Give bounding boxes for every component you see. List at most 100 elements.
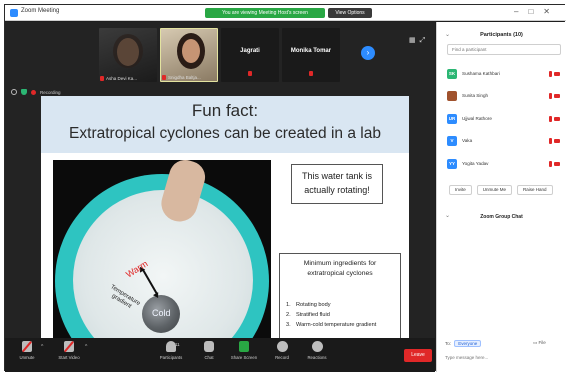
participants-button[interactable]: 11 Participants <box>151 341 191 360</box>
muted-mic-icon <box>309 71 313 76</box>
screen-share-banner: You are viewing Meeting Host's screen <box>205 8 325 18</box>
chat-bubble-icon <box>204 341 214 352</box>
participants-title: Participants (10) <box>480 32 523 38</box>
find-participant-input[interactable] <box>447 44 561 55</box>
title-bar: Zoom Meeting You are viewing Meeting Hos… <box>5 5 566 21</box>
list-number: 2. <box>286 312 291 318</box>
list-text: Warm-cold temperature gradient <box>296 322 377 328</box>
muted-mic-icon <box>100 76 104 81</box>
reactions-button[interactable]: Reactions <box>297 341 337 360</box>
participant-row[interactable]: YY Yogita Yadav <box>447 159 563 171</box>
muted-mic-icon <box>549 116 552 122</box>
camera-off-icon <box>554 117 560 121</box>
gallery-view-icon[interactable]: ▦ <box>409 37 420 44</box>
video-tile[interactable]: Asha Devi Ka... <box>99 28 157 82</box>
participant-name: Vaka <box>462 138 473 143</box>
chat-button[interactable]: Chat <box>189 341 229 360</box>
avatar: V <box>447 136 457 146</box>
window-title: Zoom Meeting <box>21 8 60 14</box>
participant-name: Monika Tomar <box>290 48 332 54</box>
muted-mic-icon <box>549 138 552 144</box>
note-line: This water tank is <box>301 171 373 181</box>
maximize-icon[interactable]: □ <box>528 7 543 16</box>
rotating-tank-photo: Warm Temperature gradient Cold <box>53 160 271 352</box>
participant-name: Sushama Kathbari <box>462 71 500 76</box>
leave-button[interactable]: Leave <box>404 349 432 362</box>
raise-hand-button[interactable]: Raise Hand <box>517 185 553 195</box>
share-screen-icon <box>239 341 249 352</box>
next-page-arrow-icon[interactable]: › <box>361 46 375 60</box>
list-item: 3. Warm-cold temperature gradient <box>286 320 376 330</box>
record-label: Record <box>275 355 289 360</box>
participant-status-icons <box>549 93 561 99</box>
rotation-note: This water tank is actually rotating! <box>291 164 383 204</box>
shield-icon[interactable] <box>21 89 27 95</box>
camera-off-icon <box>554 162 560 166</box>
slide-subtitle: Extratropical cyclones can be created in… <box>69 125 381 142</box>
muted-mic-icon <box>248 71 252 76</box>
camera-off-icon <box>554 139 560 143</box>
window-controls: –□✕ <box>514 7 560 16</box>
close-icon[interactable]: ✕ <box>543 7 560 16</box>
chat-recipient-row: To: Everyone <box>445 340 482 347</box>
unmute-me-button[interactable]: Unmute Me <box>476 185 513 195</box>
camera-off-icon <box>64 341 74 352</box>
participant-status-icons <box>549 71 561 77</box>
invite-button[interactable]: Invite <box>449 185 472 195</box>
list-text: Stratified fluid <box>296 312 330 318</box>
microphone-muted-icon <box>22 341 32 352</box>
list-number: 1. <box>286 302 291 308</box>
participant-name: Yogita Yadav <box>462 161 489 166</box>
muted-mic-icon <box>162 75 166 80</box>
participant-hair <box>113 34 143 68</box>
participant-name: Sunita Singh <box>462 93 489 98</box>
participant-status-icons <box>549 161 561 167</box>
avatar: SK <box>447 69 457 79</box>
participant-row[interactable]: SK Sushama Kathbari <box>447 69 563 81</box>
video-tile[interactable]: Snigdha Baltja... <box>160 28 218 82</box>
fullscreen-icon[interactable]: ⤢ <box>420 37 430 44</box>
view-options-button[interactable]: View Options <box>328 8 372 18</box>
chat-label: Chat <box>204 355 214 360</box>
recipient-dropdown[interactable]: Everyone <box>454 340 482 347</box>
note-line: actually rotating! <box>304 185 370 195</box>
video-tile[interactable]: Monika Tomar <box>282 28 340 82</box>
participant-name: Jagrati <box>240 48 260 54</box>
status-bar: Recording <box>11 88 61 96</box>
participants-panel: ⌄ Participants (10) SK Sushama Kathbari … <box>436 22 566 372</box>
info-icon[interactable] <box>11 89 17 95</box>
list-text: Rotating body <box>296 302 331 308</box>
participant-name: Ujjwal Rathore <box>462 116 492 121</box>
file-button[interactable]: ▭ File <box>533 340 546 346</box>
participant-row[interactable]: UR Ujjwal Rathore <box>447 114 563 126</box>
reactions-label: Reactions <box>307 355 327 360</box>
video-options-chevron-icon[interactable]: ^ <box>85 344 87 350</box>
participants-count: 11 <box>175 342 180 347</box>
participant-actions: Invite Unmute Me Raise Hand <box>449 185 553 195</box>
participant-row[interactable]: Sunita Singh <box>447 91 563 103</box>
shared-slide: Fun fact: Extratropical cyclones can be … <box>41 96 409 352</box>
muted-mic-icon <box>549 161 552 167</box>
list-number: 3. <box>286 322 291 328</box>
muted-mic-icon <box>549 71 552 77</box>
zoom-logo-icon <box>10 9 18 17</box>
chat-message-input[interactable] <box>445 351 561 363</box>
recording-dot-icon <box>31 89 36 95</box>
recording-label: Recording <box>40 89 61 95</box>
participant-face <box>182 39 200 63</box>
slide-header: Fun fact: Extratropical cyclones can be … <box>41 96 409 153</box>
start-video-button[interactable]: Start Video <box>49 341 89 360</box>
slide-title: Fun fact: <box>191 101 259 120</box>
avatar: YY <box>447 159 457 169</box>
camera-off-icon <box>554 72 560 76</box>
share-screen-button[interactable]: Share Screen <box>224 341 264 360</box>
muted-mic-icon <box>549 93 552 99</box>
participant-row[interactable]: V Vaka <box>447 136 563 148</box>
video-tile[interactable]: Jagrati <box>221 28 279 82</box>
record-button[interactable]: Record <box>262 341 302 360</box>
to-label: To: <box>445 341 452 346</box>
file-label: File <box>538 340 546 345</box>
participant-status-icons <box>549 116 561 122</box>
audio-options-chevron-icon[interactable]: ^ <box>41 344 43 350</box>
minimize-icon[interactable]: – <box>514 7 528 16</box>
